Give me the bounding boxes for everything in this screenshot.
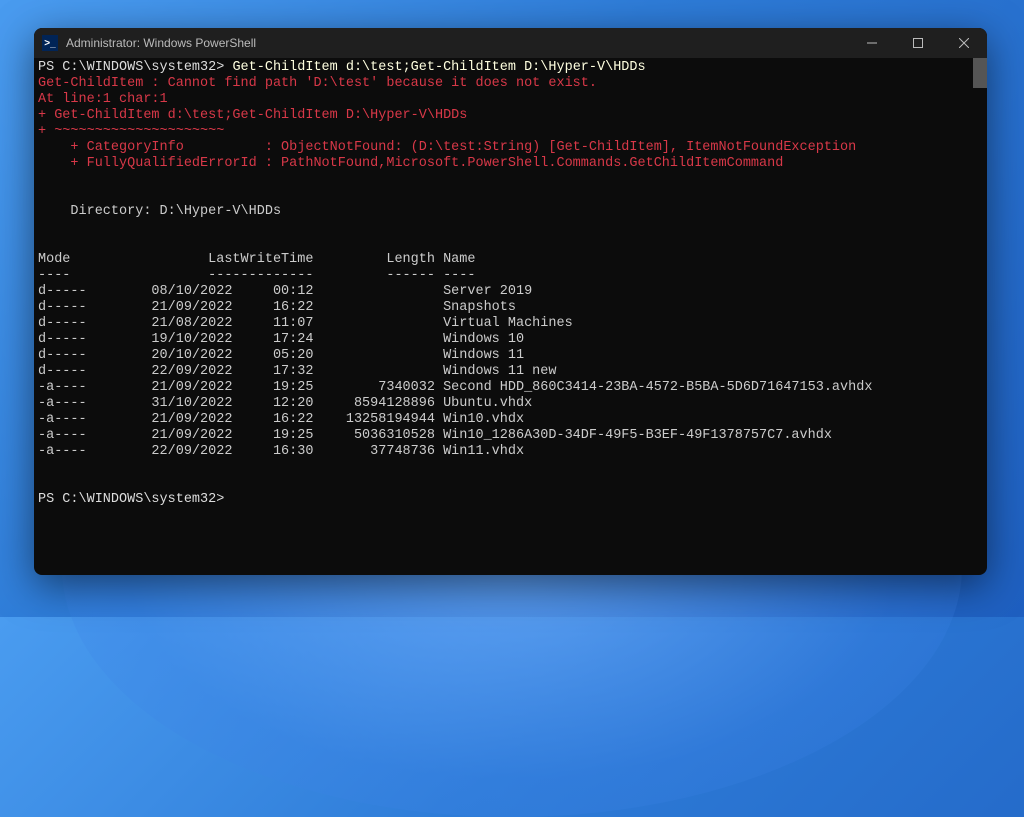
table-header: Mode LastWriteTime Length Name: [38, 252, 983, 268]
table-row: -a---- 31/10/2022 12:20 8594128896 Ubunt…: [38, 396, 983, 412]
blank-line: [38, 220, 983, 236]
blank-line: [38, 172, 983, 188]
close-button[interactable]: [941, 28, 987, 58]
powershell-window: >_ Administrator: Windows PowerShell PS …: [34, 28, 987, 575]
table-row: d----- 21/08/2022 11:07 Virtual Machines: [38, 316, 983, 332]
table-row: -a---- 21/09/2022 16:22 13258194944 Win1…: [38, 412, 983, 428]
prompt-prefix: PS C:\WINDOWS\system32>: [38, 60, 232, 75]
window-controls: [849, 28, 987, 58]
prompt-prefix: PS C:\WINDOWS\system32>: [38, 492, 232, 507]
table-row: -a---- 21/09/2022 19:25 5036310528 Win10…: [38, 428, 983, 444]
table-row: d----- 22/09/2022 17:32 Windows 11 new: [38, 364, 983, 380]
command-line: PS C:\WINDOWS\system32>: [38, 492, 983, 508]
table-row: -a---- 21/09/2022 19:25 7340032 Second H…: [38, 380, 983, 396]
blank-line: [38, 476, 983, 492]
command-text: Get-ChildItem d:\test;Get-ChildItem D:\H…: [232, 60, 645, 75]
error-line: + CategoryInfo : ObjectNotFound: (D:\tes…: [38, 140, 983, 156]
table-row: d----- 08/10/2022 00:12 Server 2019: [38, 284, 983, 300]
scrollbar-thumb[interactable]: [973, 58, 987, 88]
table-row: -a---- 22/09/2022 16:30 37748736 Win11.v…: [38, 444, 983, 460]
maximize-button[interactable]: [895, 28, 941, 58]
blank-line: [38, 188, 983, 204]
table-divider: ---- ------------- ------ ----: [38, 268, 983, 284]
table-row: d----- 21/09/2022 16:22 Snapshots: [38, 300, 983, 316]
window-title: Administrator: Windows PowerShell: [66, 36, 256, 50]
error-line: Get-ChildItem : Cannot find path 'D:\tes…: [38, 76, 983, 92]
table-row: d----- 20/10/2022 05:20 Windows 11: [38, 348, 983, 364]
command-line: PS C:\WINDOWS\system32> Get-ChildItem d:…: [38, 60, 983, 76]
table-row: d----- 19/10/2022 17:24 Windows 10: [38, 332, 983, 348]
titlebar[interactable]: >_ Administrator: Windows PowerShell: [34, 28, 987, 58]
directory-label: Directory: D:\Hyper-V\HDDs: [38, 204, 983, 220]
error-line: + FullyQualifiedErrorId : PathNotFound,M…: [38, 156, 983, 172]
error-line: At line:1 char:1: [38, 92, 983, 108]
error-line: + Get-ChildItem d:\test;Get-ChildItem D:…: [38, 108, 983, 124]
error-line: + ~~~~~~~~~~~~~~~~~~~~~: [38, 124, 983, 140]
powershell-icon: >_: [42, 35, 58, 51]
blank-line: [38, 460, 983, 476]
blank-line: [38, 236, 983, 252]
terminal-output[interactable]: PS C:\WINDOWS\system32> Get-ChildItem d:…: [34, 58, 987, 575]
minimize-button[interactable]: [849, 28, 895, 58]
